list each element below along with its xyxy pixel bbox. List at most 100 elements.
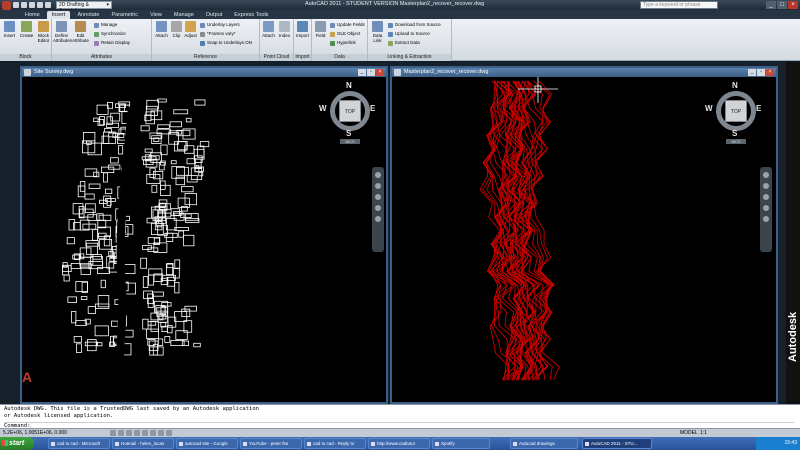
compass-north[interactable]: N — [732, 81, 738, 90]
showmotion-icon[interactable] — [763, 216, 769, 222]
taskbar-item-active[interactable]: AutoCAD 2011 - STU... — [582, 438, 652, 449]
drawing-window-site-survey[interactable]: Site Survey.dwg _ ▫ × A TOP N S E W WCS — [20, 66, 388, 404]
underlay-layers-button[interactable]: Underlay Layers — [200, 22, 240, 28]
edit-attribute-button[interactable]: Edit Attribute — [72, 21, 89, 43]
pan-icon[interactable] — [375, 183, 381, 189]
showmotion-icon[interactable] — [375, 216, 381, 222]
wcs-menu[interactable]: WCS — [340, 139, 360, 144]
tab-insert[interactable]: Insert — [46, 11, 71, 19]
taskbar-item[interactable]: autocad site - Google — [176, 438, 238, 449]
taskbar-item[interactable]: Hotmail - helen_lucas — [112, 438, 174, 449]
viewcube-top-face[interactable]: TOP — [725, 100, 747, 122]
retain-display-button[interactable]: Retain Display — [94, 40, 130, 46]
new-icon[interactable] — [13, 2, 19, 8]
compass-east[interactable]: E — [370, 104, 375, 113]
object-snap-toggle[interactable] — [142, 430, 148, 436]
download-from-source-button[interactable]: Download from Source — [388, 22, 441, 28]
compass-south[interactable]: S — [732, 129, 737, 138]
taskbar-item[interactable]: YouTube - peter flor — [240, 438, 302, 449]
annotation-scale[interactable]: 1:1 — [700, 430, 707, 436]
minimize-button[interactable]: _ — [766, 1, 776, 9]
redo-icon[interactable] — [45, 2, 51, 8]
model-space-canvas-left[interactable]: A TOP N S E W WCS — [22, 77, 386, 402]
application-menu-button[interactable] — [2, 0, 11, 10]
zoom-icon[interactable] — [763, 194, 769, 200]
minimize-drawing-button[interactable]: _ — [358, 69, 366, 76]
compass-south[interactable]: S — [346, 129, 351, 138]
taskbar-item[interactable]: Spotify — [432, 438, 490, 449]
restore-drawing-button[interactable]: ▫ — [367, 69, 375, 76]
ortho-mode-toggle[interactable] — [126, 430, 132, 436]
update-fields-button[interactable]: Update Fields — [330, 22, 365, 28]
zoom-icon[interactable] — [375, 194, 381, 200]
compass-west[interactable]: W — [705, 104, 713, 113]
synchronize-button[interactable]: Synchronize — [94, 31, 126, 37]
tab-view[interactable]: View — [145, 11, 167, 19]
viewcube-top-face[interactable]: TOP — [339, 100, 361, 122]
command-window[interactable]: Autodesk DWG. This file is a TrustedDWG … — [0, 404, 800, 429]
restore-drawing-button[interactable]: ▫ — [757, 69, 765, 76]
wcs-menu[interactable]: WCS — [726, 139, 746, 144]
tab-express-tools[interactable]: Express Tools — [229, 11, 273, 19]
data-link-button[interactable]: Data Link — [369, 21, 386, 43]
steering-wheel-icon[interactable] — [763, 172, 769, 178]
adjust-button[interactable]: Adjust — [182, 21, 199, 38]
index-button[interactable]: Index — [276, 21, 293, 38]
create-block-button[interactable]: Create — [18, 21, 35, 38]
taskbar-item[interactable]: cad to cad - Reply to — [304, 438, 366, 449]
tab-output[interactable]: Output — [201, 11, 228, 19]
block-editor-button[interactable]: Block Editor — [35, 21, 52, 43]
hyperlink-button[interactable]: Hyperlink — [330, 40, 356, 46]
snap-mode-toggle[interactable] — [110, 430, 116, 436]
tab-home[interactable]: Home — [20, 11, 45, 19]
define-attributes-button[interactable]: Define Attributes — [53, 21, 72, 43]
taskbar-item[interactable]: Autocad drawings — [510, 438, 578, 449]
tab-manage[interactable]: Manage — [169, 11, 199, 19]
close-drawing-button[interactable]: × — [766, 69, 774, 76]
save-icon[interactable] — [29, 2, 35, 8]
object-snap-tracking-toggle[interactable] — [150, 430, 156, 436]
taskbar-item[interactable]: http://www.cadtutor — [368, 438, 430, 449]
frames-vary-dropdown[interactable]: *Frames vary* — [200, 31, 236, 37]
model-space-canvas-right[interactable]: TOP N S E W WCS — [392, 77, 776, 402]
insert-block-button[interactable]: Insert — [1, 21, 18, 38]
viewcube-left[interactable]: TOP N S E W WCS — [319, 81, 375, 147]
orbit-icon[interactable] — [763, 205, 769, 211]
minimize-drawing-button[interactable]: _ — [748, 69, 756, 76]
compass-east[interactable]: E — [756, 104, 761, 113]
search-input[interactable]: Type a keyword or phrase — [640, 1, 718, 9]
start-button[interactable]: start — [0, 437, 34, 450]
lineweight-toggle[interactable] — [166, 430, 172, 436]
tab-parametric[interactable]: Parametric — [106, 11, 143, 19]
import-button[interactable]: Import — [294, 21, 311, 38]
close-drawing-button[interactable]: × — [376, 69, 384, 76]
open-icon[interactable] — [21, 2, 27, 8]
maximize-button[interactable]: □ — [777, 1, 787, 9]
ole-object-button[interactable]: OLE Object — [330, 31, 360, 37]
dynamic-input-toggle[interactable] — [158, 430, 164, 436]
field-button[interactable]: Field — [312, 21, 329, 38]
drawing-window-masterplan[interactable]: Masterplan2_recover_recover.dwg _ ▫ × TO… — [390, 66, 778, 404]
workspace-select[interactable]: 2D Drafting & Annotation ▾ — [56, 1, 112, 14]
point-cloud-attach-button[interactable]: Attach — [260, 21, 277, 38]
grid-display-toggle[interactable] — [118, 430, 124, 436]
navigation-bar-right[interactable] — [760, 167, 772, 252]
coordinate-readout[interactable]: 5.2E+06, 1.0051E+06, 0.000 — [3, 430, 67, 436]
viewcube-right[interactable]: TOP N S E W WCS — [705, 81, 761, 147]
orbit-icon[interactable] — [375, 205, 381, 211]
polar-tracking-toggle[interactable] — [134, 430, 140, 436]
compass-north[interactable]: N — [346, 81, 352, 90]
manage-button[interactable]: Manage — [94, 22, 117, 28]
snap-to-underlays-dropdown[interactable]: Snap to Underlays ON — [200, 40, 252, 46]
clock[interactable]: 15:43 — [784, 440, 797, 446]
tab-annotate[interactable]: Annotate — [72, 11, 104, 19]
pan-icon[interactable] — [763, 183, 769, 189]
undo-icon[interactable] — [37, 2, 43, 8]
navigation-bar-left[interactable] — [372, 167, 384, 252]
model-space-button[interactable]: MODEL — [680, 430, 698, 436]
upload-to-source-button[interactable]: Upload to Source — [388, 31, 430, 37]
close-button[interactable]: × — [788, 1, 798, 9]
compass-west[interactable]: W — [319, 104, 327, 113]
taskbar-item[interactable]: cad to cad - Microsoft — [48, 438, 110, 449]
steering-wheel-icon[interactable] — [375, 172, 381, 178]
